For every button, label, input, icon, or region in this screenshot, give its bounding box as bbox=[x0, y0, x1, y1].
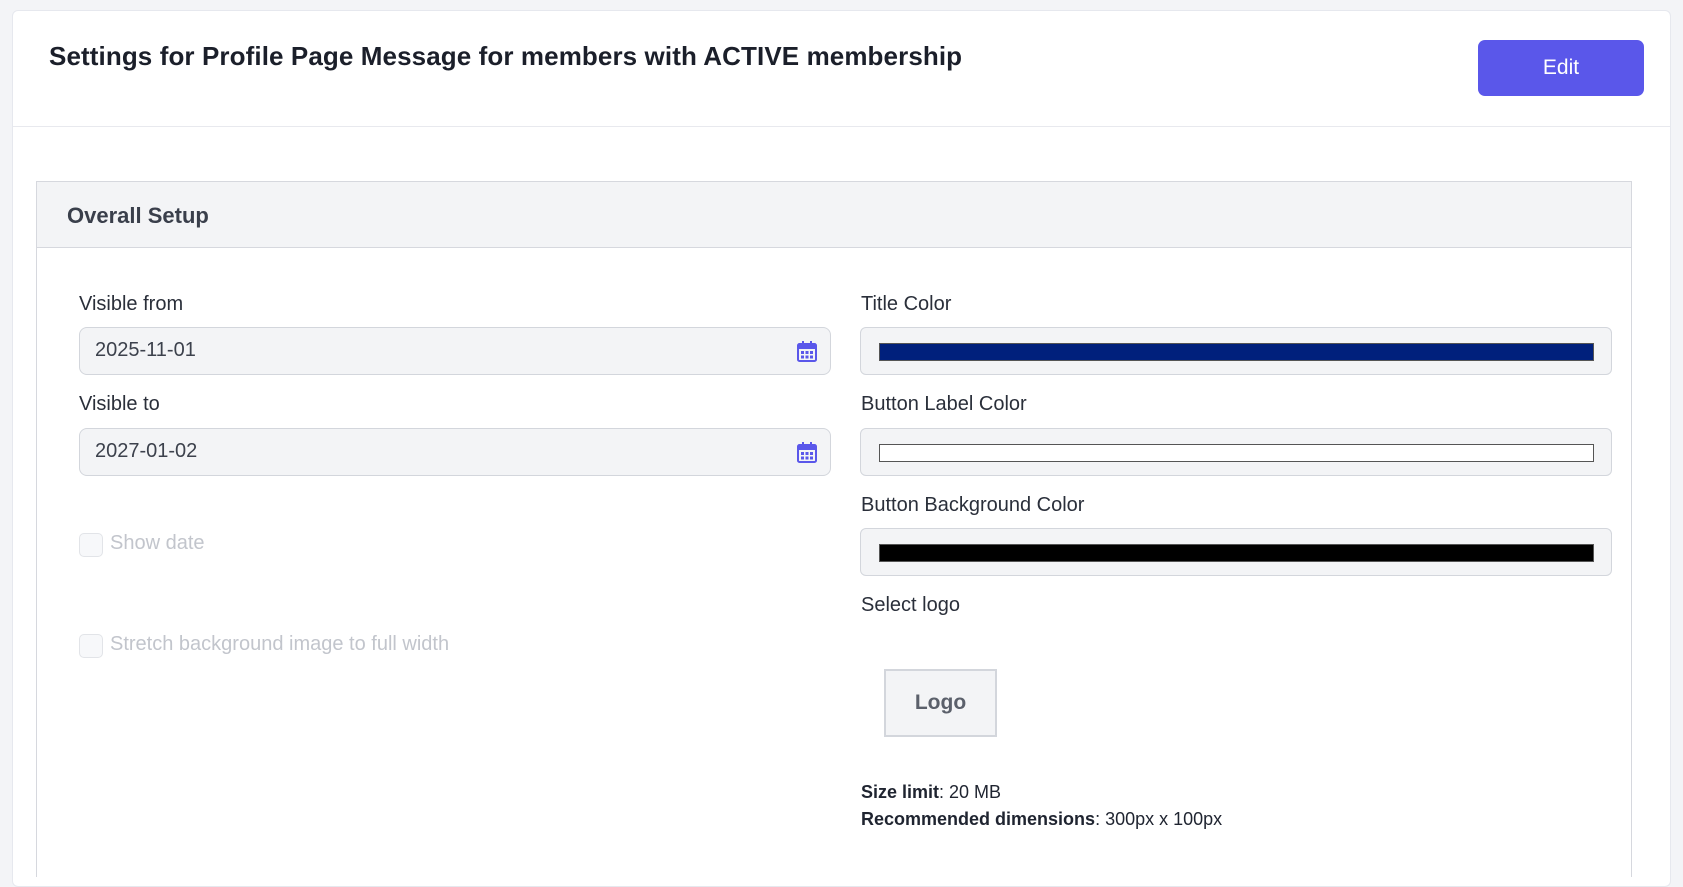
button-bg-color-swatch[interactable] bbox=[879, 544, 1594, 562]
calendar-icon[interactable] bbox=[797, 341, 817, 362]
title-color-label: Title Color bbox=[861, 293, 952, 315]
edit-button[interactable]: Edit bbox=[1478, 40, 1644, 96]
stretch-bg-label: Stretch background image to full width bbox=[110, 633, 450, 655]
button-label-color-field[interactable] bbox=[860, 428, 1612, 476]
size-limit-info: Size limit: 20 MB bbox=[861, 782, 1001, 803]
select-logo-label: Select logo bbox=[861, 594, 960, 616]
stretch-bg-checkbox[interactable] bbox=[79, 634, 103, 658]
size-limit-key: Size limit bbox=[861, 782, 940, 802]
visible-from-field[interactable] bbox=[79, 327, 831, 375]
page-title: Settings for Profile Page Message for me… bbox=[49, 41, 963, 71]
visible-from-label: Visible from bbox=[79, 293, 184, 315]
recommended-value: : 300px x 100px bbox=[1095, 809, 1223, 829]
button-bg-color-label: Button Background Color bbox=[861, 494, 1085, 516]
button-label-color-swatch[interactable] bbox=[879, 444, 1594, 462]
recommended-dimensions-info: Recommended dimensions: 300px x 100px bbox=[861, 809, 1222, 830]
size-limit-value: : 20 MB bbox=[939, 782, 1002, 802]
visible-from-input[interactable] bbox=[95, 339, 745, 362]
title-color-field[interactable] bbox=[860, 327, 1612, 375]
calendar-icon[interactable] bbox=[797, 442, 817, 463]
show-date-checkbox[interactable] bbox=[79, 533, 103, 557]
logo-upload-button[interactable]: Logo bbox=[884, 669, 997, 737]
show-date-label: Show date bbox=[110, 532, 205, 554]
card-header: Settings for Profile Page Message for me… bbox=[13, 11, 1670, 127]
section-header: Overall Setup bbox=[37, 182, 1631, 248]
title-color-swatch[interactable] bbox=[879, 343, 1594, 361]
button-label-color-label: Button Label Color bbox=[861, 393, 1027, 415]
button-bg-color-field[interactable] bbox=[860, 528, 1612, 576]
visible-to-label: Visible to bbox=[79, 393, 160, 415]
visible-to-input[interactable] bbox=[95, 440, 745, 463]
recommended-key: Recommended dimensions bbox=[861, 809, 1096, 829]
visible-to-field[interactable] bbox=[79, 428, 831, 476]
section-title: Overall Setup bbox=[67, 203, 209, 228]
